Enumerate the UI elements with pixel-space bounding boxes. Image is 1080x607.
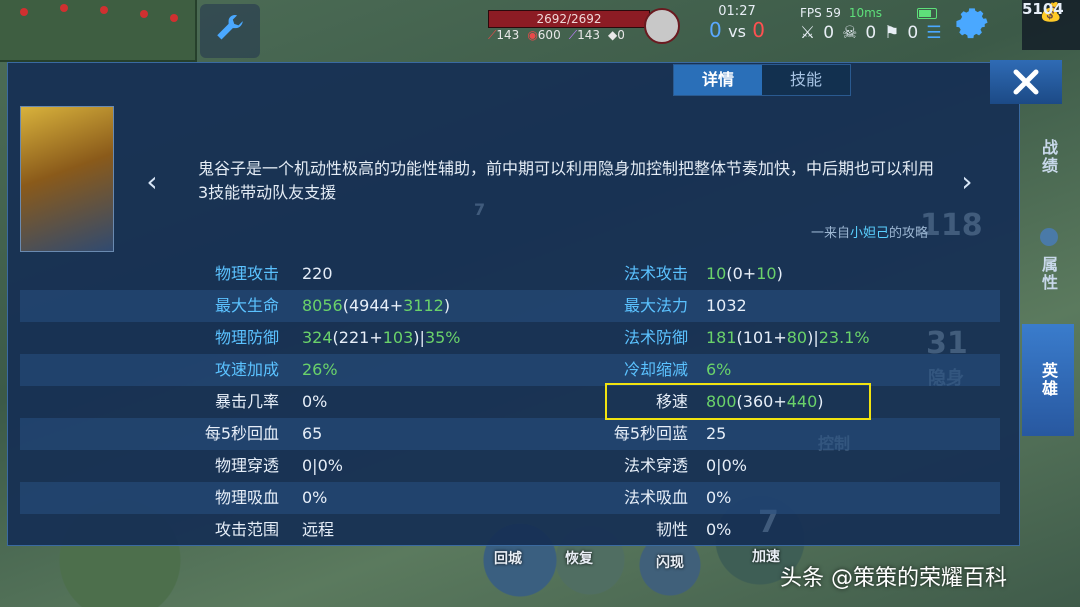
hero-hp-bar: 2692/2692 — [488, 10, 650, 28]
kills-count: 0 — [823, 23, 835, 43]
match-timer: 01:27 — [718, 4, 756, 19]
stats-row: 物理穿透 0|0% 法术穿透 0|0% — [214, 456, 747, 475]
stats-row: 物理吸血 0% 法术吸血 0% — [20, 482, 1000, 514]
flash-skill-label[interactable]: 闪现 — [656, 552, 684, 572]
chevron-right-icon[interactable]: › — [955, 168, 979, 196]
skull-icon: ☠ — [842, 23, 858, 43]
minimap[interactable] — [0, 0, 197, 62]
stats-row: 物理防御 324(221+103)|35% 法术防御 181(101+80)|2… — [214, 328, 870, 347]
recover-skill-label[interactable]: 恢复 — [565, 548, 593, 568]
battery-icon — [917, 8, 937, 19]
stats-row: 物理攻击 220 法术攻击 10(0+10) — [214, 264, 783, 283]
wrench-icon — [217, 15, 243, 40]
vs-label: vs — [728, 22, 746, 41]
sword-icon: ⚔ — [800, 23, 816, 43]
attack-stat: ⟋143 — [488, 28, 520, 42]
panel-tabs: 详情 技能 — [673, 64, 851, 96]
tab-skills[interactable]: 技能 — [762, 65, 850, 95]
menu-icon[interactable]: ☰ — [926, 23, 941, 43]
guide-author[interactable]: 小妲己 — [850, 226, 889, 241]
fps-readout: FPS 59 10ms — [800, 6, 883, 20]
stats-row: 攻击范围 远程 韧性 0% — [214, 520, 732, 539]
stats-row: 最大生命 8056(4944+3112) 最大法力 1032 — [20, 290, 1000, 322]
accelerate-skill-label[interactable]: 加速 — [752, 546, 780, 566]
close-button[interactable] — [990, 60, 1062, 104]
red-score: 0 — [752, 18, 765, 42]
stats-row: 每5秒回血 65 每5秒回蓝 25 — [20, 418, 1000, 450]
kda-readout: ⚔ 0 ☠ 0 ⚑ 0 ☰ — [800, 23, 941, 43]
close-icon — [1013, 69, 1039, 95]
deaths-count: 0 — [865, 23, 877, 43]
bg-level: 7 — [474, 200, 486, 219]
assist-icon: ⚑ — [884, 23, 900, 43]
bg-cooldown-1: 118 — [920, 208, 983, 243]
hero-portrait — [20, 106, 114, 252]
magic-stat: ⟋143 — [568, 28, 601, 42]
move-speed-highlight-box — [605, 383, 871, 420]
extra-stat: ◆0 — [608, 28, 625, 42]
team-score: 0 vs 0 — [702, 18, 772, 42]
hero-description: 鬼谷子是一个机动性极高的功能性辅助，前中期可以利用隐身加控制把整体节奏加快，中后… — [198, 159, 935, 202]
blue-score: 0 — [709, 18, 722, 42]
gold-counter[interactable]: 💰 5104 — [1022, 0, 1080, 50]
hero-mini-stats: ⟋143 ◉600 ⟋143 ◆0 — [488, 28, 648, 44]
settings-button[interactable] — [952, 4, 992, 44]
hero-avatar[interactable] — [644, 8, 680, 44]
chevron-left-icon[interactable]: ‹ — [140, 168, 164, 196]
stats-row: 攻速加成 26% 冷却缩减 6% — [20, 354, 1000, 386]
settings-wrench-button[interactable] — [200, 4, 260, 58]
guide-source: 一来自小妲己的攻略 — [810, 226, 928, 241]
watermark: 头条 @策策的荣耀百科 — [780, 566, 1007, 591]
gear-icon — [956, 8, 988, 39]
side-tab-attributes[interactable]: 属性 — [1022, 244, 1074, 304]
assists-count: 0 — [907, 23, 919, 43]
ping-readout: 10ms — [848, 6, 883, 20]
recall-skill-label[interactable]: 回城 — [494, 548, 522, 568]
side-tab-record[interactable]: 战绩 — [1022, 118, 1074, 196]
tab-details[interactable]: 详情 — [674, 65, 762, 95]
hp-stat: ◉600 — [527, 28, 561, 42]
side-tab-hero[interactable]: 英雄 — [1022, 324, 1074, 436]
